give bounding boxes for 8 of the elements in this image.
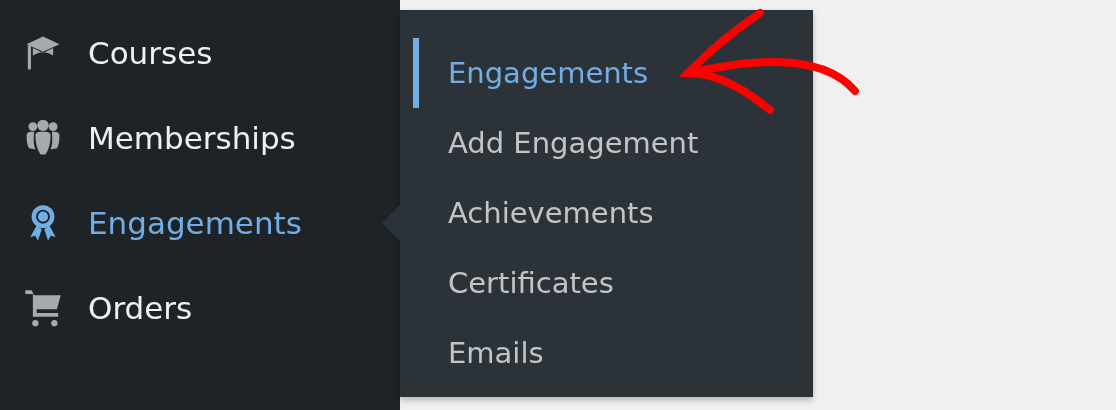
submenu-item[interactable]: Certificates	[400, 248, 813, 318]
submenu-item[interactable]: Engagements	[400, 38, 813, 108]
submenu-item[interactable]: Achievements	[400, 178, 813, 248]
submenu-item[interactable]: Add Engagement	[400, 108, 813, 178]
sidebar-item[interactable]: Memberships	[0, 95, 400, 180]
submenu-item[interactable]: Emails	[400, 318, 813, 388]
sidebar-item[interactable]: Courses	[0, 10, 400, 95]
sidebar-item[interactable]: Orders	[0, 265, 400, 350]
